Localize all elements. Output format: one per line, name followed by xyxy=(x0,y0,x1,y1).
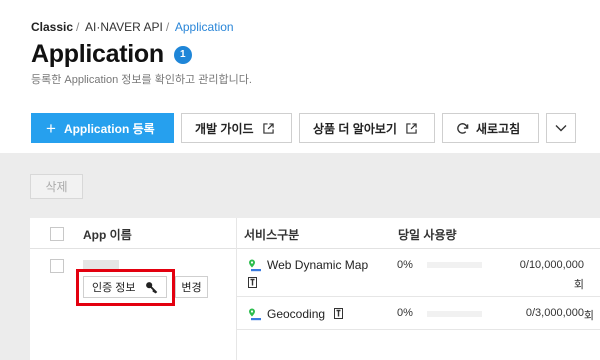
register-application-button[interactable]: + Application 등록 xyxy=(31,113,174,143)
header-service: 서비스구분 xyxy=(244,228,300,242)
change-button[interactable]: 변경 xyxy=(175,276,208,298)
breadcrumb-ai-naver-api[interactable]: AI·NAVER API xyxy=(85,20,163,34)
toolbar: + Application 등록 개발 가이드 상품 더 알아보기 새로고침 xyxy=(31,113,576,143)
document-icon[interactable] xyxy=(334,308,343,319)
app-name xyxy=(83,260,119,269)
usage-unit: 회 xyxy=(583,310,594,322)
usage-bar xyxy=(427,311,482,317)
external-link-icon xyxy=(262,122,274,134)
refresh-icon xyxy=(457,122,469,134)
usage-percent: 0% xyxy=(397,259,413,271)
title-row: Application 1 xyxy=(31,40,192,69)
count-badge: 1 xyxy=(173,45,192,64)
select-all-checkbox[interactable] xyxy=(50,227,64,241)
breadcrumb-separator: / xyxy=(76,20,80,34)
map-pin-icon xyxy=(249,308,261,321)
usage-percent: 0% xyxy=(397,307,413,319)
usage-bar xyxy=(427,262,482,268)
page: Classic / AI·NAVER API / Application Appli… xyxy=(0,0,600,360)
service-row: Web Dynamic Map 0% 0/10,000,000 회 xyxy=(237,249,600,297)
chevron-down-icon xyxy=(555,125,567,132)
developer-guide-label: 개발 가이드 xyxy=(195,121,254,136)
key-icon xyxy=(146,282,158,294)
header-app-name: App 이름 xyxy=(83,228,132,242)
refresh-button[interactable]: 새로고침 xyxy=(442,113,539,143)
service-name: Web Dynamic Map xyxy=(267,258,369,272)
breadcrumb-application[interactable]: Application xyxy=(175,20,234,34)
content-area: 삭제 App 이름 서비스구분 당일 사용량 인증 정보 변경 Web Dyna… xyxy=(0,153,600,360)
map-pin-icon xyxy=(249,259,261,272)
breadcrumb: Classic / AI·NAVER API / Application xyxy=(31,20,234,34)
table-header: App 이름 서비스구분 당일 사용량 xyxy=(30,218,600,249)
service-row: Geocoding 0% 0/3,000,000 회 xyxy=(237,297,600,330)
external-link-icon xyxy=(406,122,417,134)
application-table: App 이름 서비스구분 당일 사용량 인증 정보 변경 Web Dynamic… xyxy=(30,218,600,360)
plus-icon: + xyxy=(46,118,56,138)
service-name: Geocoding xyxy=(267,307,326,321)
learn-more-label: 상품 더 알아보기 xyxy=(313,121,397,136)
page-title: Application xyxy=(31,40,164,68)
delete-button[interactable]: 삭제 xyxy=(30,174,83,199)
register-application-label: Application 등록 xyxy=(63,121,155,136)
document-icon[interactable] xyxy=(248,277,257,288)
breadcrumb-separator: / xyxy=(165,20,170,34)
auth-info-button[interactable]: 인증 정보 xyxy=(83,276,167,298)
usage-unit: 회 xyxy=(573,279,584,291)
developer-guide-button[interactable]: 개발 가이드 xyxy=(181,113,292,143)
more-options-button[interactable] xyxy=(546,113,576,143)
auth-info-label: 인증 정보 xyxy=(92,282,136,294)
refresh-label: 새로고침 xyxy=(476,121,521,136)
learn-more-button[interactable]: 상품 더 알아보기 xyxy=(299,113,435,143)
page-subtitle: 등록한 Application 정보를 확인하고 관리합니다. xyxy=(31,74,252,86)
usage-count: 0/3,000,000 xyxy=(525,307,584,319)
row-checkbox[interactable] xyxy=(50,259,64,273)
header-daily-usage: 당일 사용량 xyxy=(398,228,457,242)
breadcrumb-classic[interactable]: Classic xyxy=(31,20,73,34)
usage-count: 0/10,000,000 xyxy=(519,259,584,271)
